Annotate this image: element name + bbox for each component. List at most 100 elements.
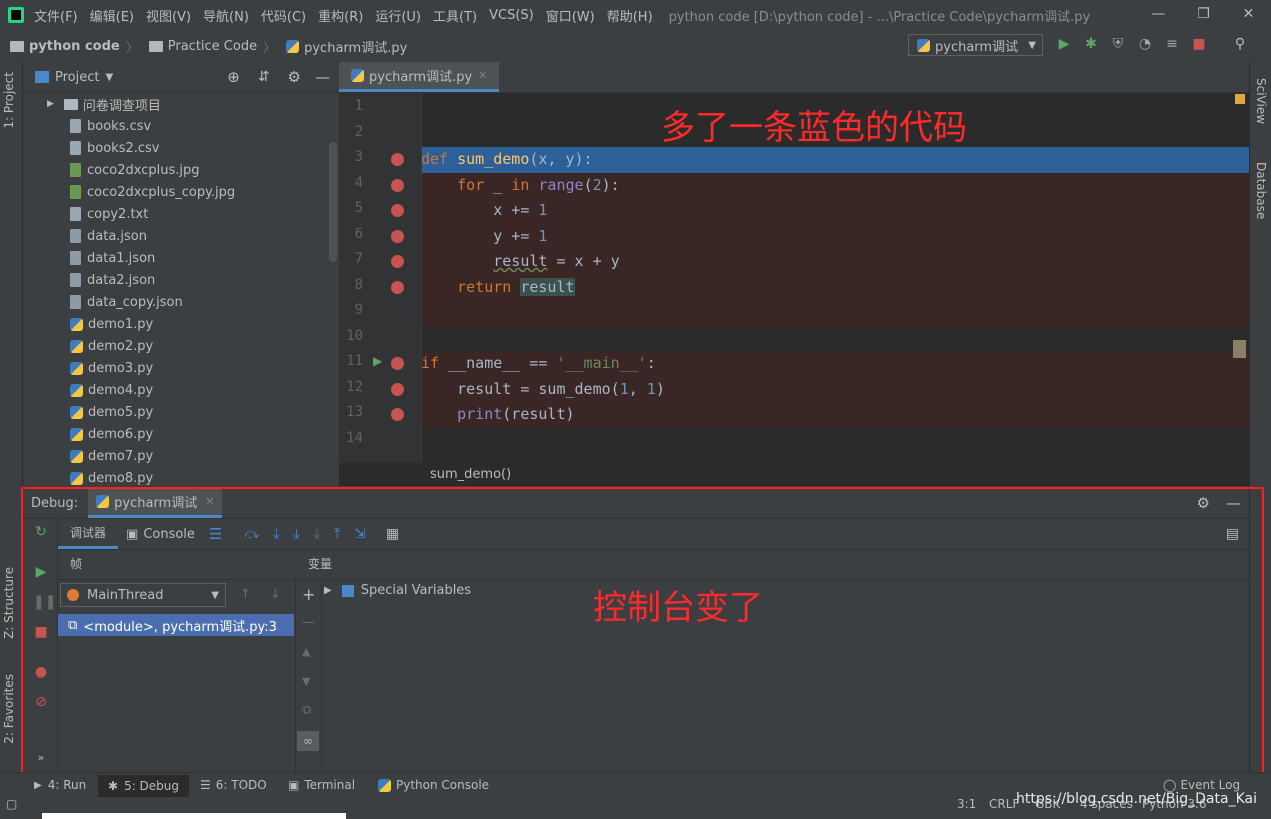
rerun-icon[interactable]: ↻: [33, 524, 49, 540]
project-tree-item[interactable]: coco2dxcplus.jpg: [23, 159, 338, 181]
function-breadcrumb[interactable]: sum_demo(): [430, 467, 511, 482]
editor-scroll-thumb[interactable]: [1233, 340, 1246, 358]
menu-navigate[interactable]: 导航(N): [203, 6, 249, 25]
code-line[interactable]: for _ in range(2):: [421, 172, 1249, 198]
run-gutter-icon[interactable]: ▶: [373, 354, 382, 368]
thread-select[interactable]: MainThread ▼: [60, 583, 226, 607]
move-down-icon[interactable]: ▼: [302, 675, 310, 688]
breakpoint-icon[interactable]: [391, 204, 404, 217]
chevron-down-icon[interactable]: ▼: [105, 72, 113, 83]
mute-breakpoints-icon[interactable]: ⊘: [33, 694, 49, 710]
code-line[interactable]: [421, 300, 1249, 326]
profile-icon[interactable]: ◔: [1137, 36, 1153, 52]
view-breakpoints-icon[interactable]: ●: [33, 664, 49, 680]
step-over-icon[interactable]: ⤼: [244, 526, 259, 542]
force-step-into-icon[interactable]: ⤓: [314, 526, 320, 542]
tool-tab-favorites[interactable]: 2: Favorites: [2, 674, 16, 744]
breakpoint-icon[interactable]: [391, 357, 404, 370]
run-to-cursor-icon[interactable]: ⇲: [354, 526, 366, 542]
project-tree-item[interactable]: demo6.py: [23, 423, 338, 445]
move-up-icon[interactable]: ▲: [302, 645, 310, 658]
debugger-tab[interactable]: 调试器: [58, 519, 119, 549]
code-line[interactable]: def sum_demo(x, y):: [421, 147, 1249, 173]
project-scrollbar[interactable]: [329, 142, 337, 262]
tool-tab-database[interactable]: Database: [1254, 162, 1268, 219]
collapse-all-icon[interactable]: ⇵: [258, 69, 270, 85]
locate-icon[interactable]: ⊕: [227, 68, 240, 86]
code-line[interactable]: return result: [421, 274, 1249, 300]
breakpoint-icon[interactable]: [391, 178, 404, 192]
run-configuration-select[interactable]: pycharm调试 ▼: [908, 34, 1043, 56]
step-into-my-code-icon[interactable]: ⤓: [294, 526, 300, 542]
project-tree-item[interactable]: demo8.py: [23, 467, 338, 489]
copy-watch-icon[interactable]: ⧉: [302, 703, 311, 718]
breakpoint-icon[interactable]: [391, 408, 404, 421]
chevron-right-icon[interactable]: ▶: [324, 585, 332, 596]
run-icon[interactable]: ▶: [1056, 36, 1072, 52]
breadcrumb-folder[interactable]: Practice Code 〉: [148, 37, 276, 56]
frame-row[interactable]: ⧉ <module>, pycharm调试.py:3: [58, 614, 294, 636]
project-panel-title[interactable]: Project: [55, 70, 99, 85]
menu-tools[interactable]: 工具(T): [433, 6, 477, 25]
code-line[interactable]: [421, 428, 1249, 454]
coverage-icon[interactable]: ⛨: [1110, 36, 1126, 52]
close-tab-icon[interactable]: ✕: [478, 69, 487, 82]
breakpoint-icon[interactable]: [391, 153, 404, 166]
project-tree-item[interactable]: demo5.py: [23, 401, 338, 423]
menu-code[interactable]: 代码(C): [261, 6, 306, 25]
hide-icon[interactable]: —: [315, 68, 330, 86]
debug-session-tab[interactable]: pycharm调试 ✕: [88, 488, 223, 518]
menu-refactor[interactable]: 重构(R): [318, 6, 363, 25]
project-tree-item[interactable]: demo1.py: [23, 313, 338, 335]
code-line[interactable]: x += 1: [421, 198, 1249, 224]
debug-icon[interactable]: ✱: [1083, 36, 1099, 52]
chevron-right-icon[interactable]: ▶: [47, 99, 54, 109]
project-tree-item[interactable]: demo7.py: [23, 445, 338, 467]
layout-icon[interactable]: ▢: [6, 797, 17, 811]
restore-button[interactable]: ❐: [1181, 0, 1226, 30]
project-tree-item[interactable]: demo4.py: [23, 379, 338, 401]
project-tree-item[interactable]: coco2dxcplus_copy.jpg: [23, 181, 338, 203]
tool-tab-project[interactable]: 1: Project: [2, 72, 16, 129]
arrow-down-icon[interactable]: ↓: [270, 587, 281, 602]
gear-icon[interactable]: ⚙: [288, 68, 301, 86]
menu-edit[interactable]: 编辑(E): [90, 6, 134, 25]
tool-tab-structure[interactable]: Z: Structure: [2, 567, 16, 639]
breadcrumb-root[interactable]: python code 〉: [10, 37, 139, 56]
project-tree-item[interactable]: data1.json: [23, 247, 338, 269]
project-tree-item[interactable]: books.csv: [23, 115, 338, 137]
console-tab[interactable]: ▣ Console: [118, 519, 203, 549]
project-tree-item[interactable]: copy2.txt: [23, 203, 338, 225]
restore-layout-icon[interactable]: ▤: [1226, 526, 1239, 542]
tool-tab-python-console[interactable]: Python Console: [378, 775, 489, 795]
stop-icon[interactable]: ■: [33, 624, 49, 640]
code-line[interactable]: result = x + y: [421, 249, 1249, 275]
caret-position[interactable]: 3:1: [957, 797, 976, 811]
concurrency-icon[interactable]: ≡: [1164, 36, 1180, 52]
tool-tab-debug[interactable]: ✱ 5: Debug: [98, 775, 190, 797]
line-separator[interactable]: CRLF: [989, 797, 1019, 811]
tool-tab-todo[interactable]: ☰ 6: TODO: [200, 775, 267, 795]
remove-watch-icon[interactable]: —: [302, 615, 315, 630]
step-into-icon[interactable]: ⤓: [273, 526, 279, 542]
tool-tab-run[interactable]: ▶ 4: Run: [34, 775, 86, 795]
inspection-indicator-icon[interactable]: [1235, 94, 1245, 104]
editor-tab[interactable]: pycharm调试.py ✕: [339, 62, 500, 92]
code-line[interactable]: y += 1: [421, 223, 1249, 249]
hide-icon[interactable]: —: [1226, 494, 1241, 512]
project-tree-item[interactable]: data.json: [23, 225, 338, 247]
more-icon[interactable]: »: [33, 750, 49, 766]
menu-help[interactable]: 帮助(H): [607, 6, 653, 25]
search-icon[interactable]: ⚲: [1232, 36, 1248, 52]
project-tree-item[interactable]: data2.json: [23, 269, 338, 291]
code-line[interactable]: result = sum_demo(1, 1): [421, 376, 1249, 402]
resume-icon[interactable]: ▶: [33, 564, 49, 580]
close-button[interactable]: ✕: [1226, 0, 1271, 30]
step-out-icon[interactable]: ⤒: [334, 526, 340, 542]
project-tree-item[interactable]: books2.csv: [23, 137, 338, 159]
add-watch-icon[interactable]: +: [302, 585, 315, 604]
gear-icon[interactable]: ⚙: [1197, 494, 1210, 512]
tool-tab-sciview[interactable]: SciView: [1254, 78, 1268, 124]
breakpoint-icon[interactable]: [391, 382, 404, 396]
menu-window[interactable]: 窗口(W): [546, 6, 595, 25]
